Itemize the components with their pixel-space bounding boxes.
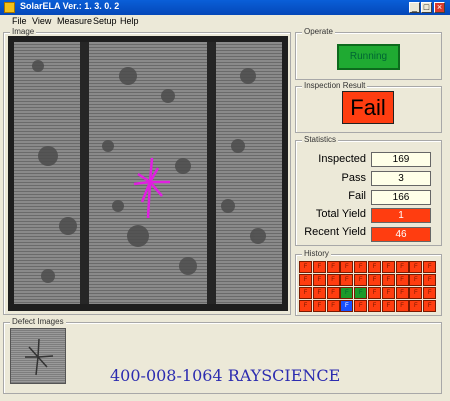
defect-thumbnail[interactable] xyxy=(10,328,66,384)
app-icon xyxy=(4,2,15,13)
history-cell-fail[interactable]: F xyxy=(312,274,326,286)
history-cell-fail[interactable]: F xyxy=(409,274,423,286)
history-cell-fail[interactable]: F xyxy=(312,261,326,273)
history-cell-fail[interactable]: F xyxy=(381,300,395,312)
menu-setup[interactable]: Setup xyxy=(93,16,117,26)
solar-cell-el-image xyxy=(8,36,288,311)
inspection-result-value: Fail xyxy=(342,91,394,124)
menu-help[interactable]: Help xyxy=(120,16,139,26)
history-cell-fail[interactable]: F xyxy=(395,287,409,299)
history-cell-fail[interactable]: F xyxy=(423,300,437,312)
history-cell-fail[interactable]: F xyxy=(312,300,326,312)
history-cell-fail[interactable]: F xyxy=(354,300,368,312)
history-cell-fail[interactable]: F xyxy=(326,274,340,286)
stat-label-fail: Fail xyxy=(348,190,366,202)
history-cell-fail[interactable]: F xyxy=(299,287,312,299)
stat-label-recent-yield: Recent Yield xyxy=(304,226,366,238)
history-cell-fail[interactable]: F xyxy=(395,274,409,286)
history-cell-fail[interactable]: F xyxy=(368,261,381,273)
statistics-label: Statistics xyxy=(302,135,339,144)
menu-bar: File View Measure Setup Help xyxy=(0,15,450,29)
menu-view[interactable]: View xyxy=(32,16,51,26)
history-cell-fail[interactable]: F xyxy=(299,274,312,286)
history-cell-fail[interactable]: F xyxy=(340,261,354,273)
defect-thumbnail-image xyxy=(25,338,54,376)
window-title: SolarELA Ver.: 1. 3. 0. 2 xyxy=(20,1,120,11)
maximize-button[interactable]: □ xyxy=(421,2,432,13)
history-cell-fail[interactable]: F xyxy=(354,274,368,286)
stat-label-pass: Pass xyxy=(341,172,366,184)
history-cell-pass[interactable]: F xyxy=(354,287,368,299)
history-cell-fail[interactable]: F xyxy=(409,287,423,299)
image-group-label: Image xyxy=(10,27,37,36)
stat-value-inspected: 169 xyxy=(371,152,431,167)
history-cell-fail[interactable]: F xyxy=(395,300,409,312)
watermark-text: 400-008-1064 RAYSCIENCE xyxy=(110,366,341,385)
history-cell-fail[interactable]: F xyxy=(368,274,381,286)
running-button[interactable]: Running xyxy=(337,44,400,70)
history-cell-pass[interactable]: F xyxy=(340,287,354,299)
history-cell-fail[interactable]: F xyxy=(423,274,437,286)
history-cell-fail[interactable]: F xyxy=(299,300,312,312)
history-cell-fail[interactable]: F xyxy=(368,300,381,312)
history-cell-fail[interactable]: F xyxy=(409,261,423,273)
defect-images-label: Defect Images xyxy=(10,317,66,326)
history-cell-fail[interactable]: F xyxy=(340,274,354,286)
stat-value-pass: 3 xyxy=(371,171,431,186)
operate-group-label: Operate xyxy=(302,27,335,36)
history-cell-fail[interactable]: F xyxy=(423,261,437,273)
history-cell-fail[interactable]: F xyxy=(381,287,395,299)
inspection-result-label: Inspection Result xyxy=(302,81,368,90)
stat-label-inspected: Inspected xyxy=(318,153,366,165)
history-cell-fail[interactable]: F xyxy=(423,287,437,299)
history-cell-fail[interactable]: F xyxy=(326,287,340,299)
history-cell-fail[interactable]: F xyxy=(395,261,409,273)
history-cell-fail[interactable]: F xyxy=(326,300,340,312)
close-button[interactable]: × xyxy=(434,2,445,13)
stat-value-recent-yield: 46 xyxy=(371,227,431,242)
history-cell-fail[interactable]: F xyxy=(381,261,395,273)
title-bar: SolarELA Ver.: 1. 3. 0. 2 _ □ × xyxy=(0,0,450,15)
menu-file[interactable]: File xyxy=(12,16,27,26)
minimize-button[interactable]: _ xyxy=(409,2,420,13)
el-image-view[interactable] xyxy=(8,36,288,311)
history-cell-fail[interactable]: F xyxy=(368,287,381,299)
history-cell-fail[interactable]: F xyxy=(312,287,326,299)
stat-value-total-yield: 1 xyxy=(371,208,431,223)
history-cell-fail[interactable]: F xyxy=(381,274,395,286)
history-cell-fail[interactable]: F xyxy=(354,261,368,273)
history-cell-fail[interactable]: F xyxy=(409,300,423,312)
stat-label-total-yield: Total Yield xyxy=(315,208,366,220)
history-cell-fail[interactable]: F xyxy=(299,261,312,273)
menu-measure[interactable]: Measure xyxy=(57,16,92,26)
stat-value-fail: 166 xyxy=(371,190,431,205)
history-cell-fail[interactable]: F xyxy=(326,261,340,273)
history-cell-current[interactable]: F xyxy=(340,300,354,312)
history-label: History xyxy=(302,249,331,258)
